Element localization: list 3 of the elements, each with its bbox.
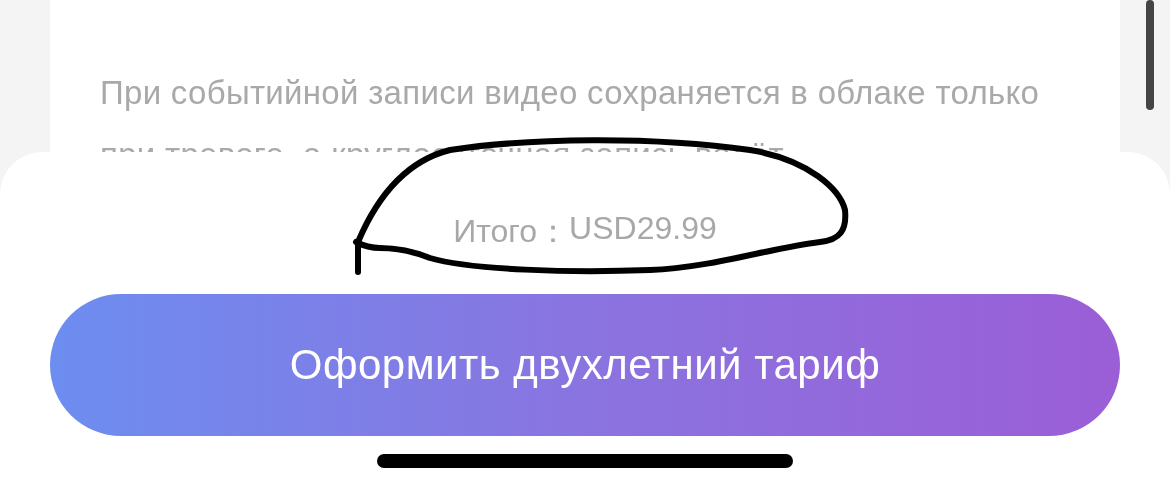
total-value: USD29.99 — [569, 210, 717, 248]
total-label: Итого： — [453, 212, 570, 251]
subscribe-button[interactable]: Оформить двухлетний тариф — [50, 294, 1120, 436]
